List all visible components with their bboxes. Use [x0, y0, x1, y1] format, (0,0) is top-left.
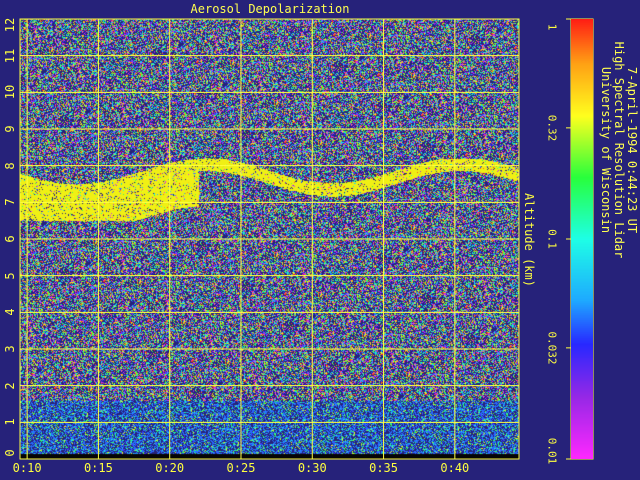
y-tick-label: 1	[3, 418, 17, 426]
heatmap-plot	[20, 19, 519, 459]
y-tick-label: 5	[3, 272, 17, 280]
y-tick-label: 7	[3, 198, 17, 206]
credit-instrument: High Spectral Resolution Lidar	[612, 41, 626, 259]
y-tick-label: 8	[3, 162, 17, 170]
x-tick-label: 0:30	[297, 461, 327, 475]
colorbar-tick-label: 0.32	[545, 114, 559, 142]
y-tick-label: 10	[3, 85, 17, 100]
x-tick-label: 0:15	[83, 461, 113, 475]
y-tick-label: 4	[3, 308, 17, 316]
x-tick-label: 0:25	[226, 461, 256, 475]
y-tick-label: 2	[3, 382, 17, 390]
chart-title: Aerosol Depolarization	[190, 2, 350, 16]
y-tick-label: 12	[3, 17, 17, 33]
x-tick-label: 0:35	[369, 461, 398, 475]
y-tick-label: 0	[3, 449, 17, 457]
x-tick-label: 0:40	[440, 461, 470, 475]
colorbar-tick-label: 1	[545, 23, 559, 31]
y-tick-label: 9	[3, 125, 17, 133]
colorbar-tick-label: 0.1	[545, 229, 559, 249]
x-tick-label: 0:20	[155, 461, 185, 475]
x-tick-label: 0:10	[12, 461, 42, 475]
colorbar-tick-label: 0.032	[545, 331, 559, 365]
y-axis-label: Altitude (km)	[522, 193, 536, 287]
y-tick-label: 6	[3, 235, 17, 243]
colorbar-tick-label: 0.01	[545, 437, 559, 465]
colorbar	[571, 19, 593, 459]
y-tick-label: 3	[3, 345, 17, 353]
credit-institution: University of Wisconsin	[599, 66, 613, 234]
y-tick-label: 11	[3, 48, 17, 63]
credit-timestamp: 7-April-1994 0:44:23 UT	[625, 66, 639, 234]
